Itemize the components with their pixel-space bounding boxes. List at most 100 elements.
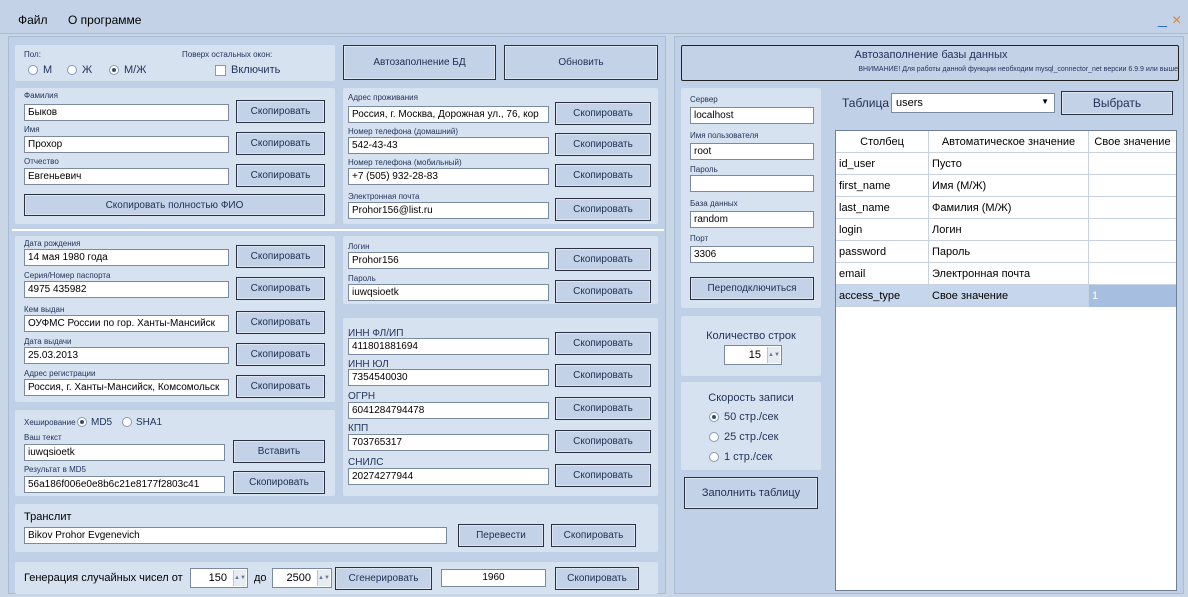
custom-value-cell[interactable] (1089, 219, 1176, 241)
table-row[interactable]: email Электронная почта (836, 263, 1176, 285)
stepper-arrows-icon[interactable]: ▲▼ (767, 347, 780, 363)
table-row-selected[interactable]: access_type Свое значение 1 (836, 285, 1176, 307)
custom-value-cell[interactable] (1089, 263, 1176, 285)
reconnect-button[interactable]: Переподключиться (690, 277, 814, 300)
db-pass-field[interactable] (690, 175, 814, 192)
email-field[interactable]: Prohor156@list.ru (348, 202, 549, 219)
fill-table-button[interactable]: Заполнить таблицу (684, 477, 818, 509)
copy-translit-button[interactable]: Скопировать (551, 524, 636, 547)
copy-password-button[interactable]: Скопировать (555, 280, 651, 303)
menu-file[interactable]: Файл (18, 13, 48, 27)
speed-radio-25[interactable] (709, 432, 719, 442)
copy-ogrn-button[interactable]: Скопировать (555, 397, 651, 420)
ontop-checkbox[interactable] (215, 65, 226, 76)
copy-home-phone-button[interactable]: Скопировать (555, 133, 651, 156)
copy-mobile-button[interactable]: Скопировать (555, 164, 651, 187)
table-row[interactable]: login Логин (836, 219, 1176, 241)
copy-full-fio-button[interactable]: Скопировать полностью ФИО (24, 194, 325, 216)
gender-radio-f[interactable] (67, 65, 77, 75)
copy-login-button[interactable]: Скопировать (555, 248, 651, 271)
autofill-db-button[interactable]: Автозаполнение БД (343, 45, 496, 80)
mobile-field[interactable]: +7 (505) 932-28-83 (348, 168, 549, 185)
reg-field[interactable]: Россия, г. Ханты-Мансийск, Комсомольск (24, 379, 229, 396)
passport-series-field[interactable]: 4975 435982 (24, 281, 229, 298)
table-row[interactable]: id_user Пусто (836, 153, 1176, 175)
copy-surname-button[interactable]: Скопировать (236, 100, 325, 123)
auto-value-cell[interactable]: Свое значение (929, 285, 1089, 307)
auto-value-cell[interactable]: Пароль (929, 241, 1089, 263)
home-phone-field[interactable]: 542-43-43 (348, 137, 549, 154)
minimize-icon[interactable]: _ (1158, 12, 1167, 28)
custom-value-cell[interactable] (1089, 175, 1176, 197)
speed-radio-50[interactable] (709, 412, 719, 422)
auto-value-cell[interactable]: Пусто (929, 153, 1089, 175)
auto-value-cell[interactable]: Имя (М/Ж) (929, 175, 1089, 197)
hash-radio-md5[interactable] (77, 417, 87, 427)
copy-snils-button[interactable]: Скопировать (555, 464, 651, 487)
gender-radio-m[interactable] (28, 65, 38, 75)
auto-value-cell[interactable]: Логин (929, 219, 1089, 241)
refresh-button[interactable]: Обновить (504, 45, 658, 80)
dbname-field[interactable]: random (690, 211, 814, 228)
copy-hash-button[interactable]: Скопировать (233, 471, 325, 494)
snils-field[interactable]: 20274277944 (348, 468, 549, 485)
inn-ul-field[interactable]: 7354540030 (348, 369, 549, 386)
copy-passport-series-button[interactable]: Скопировать (236, 277, 325, 300)
name-field[interactable]: Прохор (24, 136, 229, 153)
columns-grid[interactable]: Столбец Автоматическое значение Свое зна… (835, 130, 1177, 591)
random-from-stepper[interactable]: 150 ▲▼ (190, 568, 248, 588)
random-to-stepper[interactable]: 2500 ▲▼ (272, 568, 332, 588)
server-field[interactable]: localhost (690, 107, 814, 124)
select-table-button[interactable]: Выбрать (1061, 91, 1173, 115)
gender-radio-mf[interactable] (109, 65, 119, 75)
issued-by-field[interactable]: ОУФМС России по гор. Ханты-Мансийск (24, 315, 229, 332)
auto-value-cell[interactable]: Фамилия (М/Ж) (929, 197, 1089, 219)
column-header[interactable]: Столбец (836, 131, 929, 153)
hash-text-field[interactable]: iuwqsioetk (24, 444, 225, 461)
copy-kpp-button[interactable]: Скопировать (555, 430, 651, 453)
db-user-field[interactable]: root (690, 143, 814, 160)
login-field[interactable]: Prohor156 (348, 252, 549, 269)
copy-reg-button[interactable]: Скопировать (236, 375, 325, 398)
paste-button[interactable]: Вставить (233, 440, 325, 463)
copy-name-button[interactable]: Скопировать (236, 132, 325, 155)
copy-address-button[interactable]: Скопировать (555, 102, 651, 125)
stepper-arrows-icon[interactable]: ▲▼ (233, 570, 246, 586)
translate-button[interactable]: Перевести (458, 524, 544, 547)
column-header[interactable]: Автоматическое значение (929, 131, 1089, 153)
table-row[interactable]: last_name Фамилия (М/Ж) (836, 197, 1176, 219)
copy-patronymic-button[interactable]: Скопировать (236, 164, 325, 187)
patronymic-field[interactable]: Евгеньевич (24, 168, 229, 185)
copy-inn-ul-button[interactable]: Скопировать (555, 364, 651, 387)
speed-radio-1[interactable] (709, 452, 719, 462)
copy-email-button[interactable]: Скопировать (555, 198, 651, 221)
port-field[interactable]: 3306 (690, 246, 814, 263)
surname-field[interactable]: Быков (24, 104, 229, 121)
copy-issue-date-button[interactable]: Скопировать (236, 343, 325, 366)
close-icon[interactable]: × (1172, 13, 1181, 29)
rows-stepper[interactable]: 15 ▲▼ (724, 345, 782, 365)
custom-value-cell[interactable] (1089, 153, 1176, 175)
hash-radio-sha1[interactable] (122, 417, 132, 427)
custom-value-cell[interactable] (1089, 197, 1176, 219)
translit-field[interactable]: Bikov Prohor Evgenevich (24, 527, 447, 544)
stepper-arrows-icon[interactable]: ▲▼ (317, 570, 330, 586)
column-header[interactable]: Свое значение (1089, 131, 1176, 153)
generate-button[interactable]: Сгенерировать (335, 567, 432, 590)
copy-birth-button[interactable]: Скопировать (236, 245, 325, 268)
table-row[interactable]: first_name Имя (М/Ж) (836, 175, 1176, 197)
random-result-field[interactable]: 1960 (441, 569, 546, 587)
inn-fl-field[interactable]: 411801881694 (348, 338, 549, 355)
custom-value-cell[interactable]: 1 (1089, 285, 1176, 307)
password-field[interactable]: iuwqsioetk (348, 284, 549, 301)
custom-value-cell[interactable] (1089, 241, 1176, 263)
copy-random-button[interactable]: Скопировать (555, 567, 639, 590)
chevron-down-icon[interactable]: ▼ (1041, 97, 1049, 106)
address-field[interactable]: Россия, г. Москва, Дорожная ул., 76, кор (348, 106, 549, 123)
menu-about[interactable]: О программе (68, 13, 141, 27)
hash-result-field[interactable]: 56a186f006e0e8b6c21e8177f2803c41 (24, 476, 225, 493)
copy-issued-by-button[interactable]: Скопировать (236, 311, 325, 334)
table-row[interactable]: password Пароль (836, 241, 1176, 263)
kpp-field[interactable]: 703765317 (348, 434, 549, 451)
copy-inn-fl-button[interactable]: Скопировать (555, 332, 651, 355)
